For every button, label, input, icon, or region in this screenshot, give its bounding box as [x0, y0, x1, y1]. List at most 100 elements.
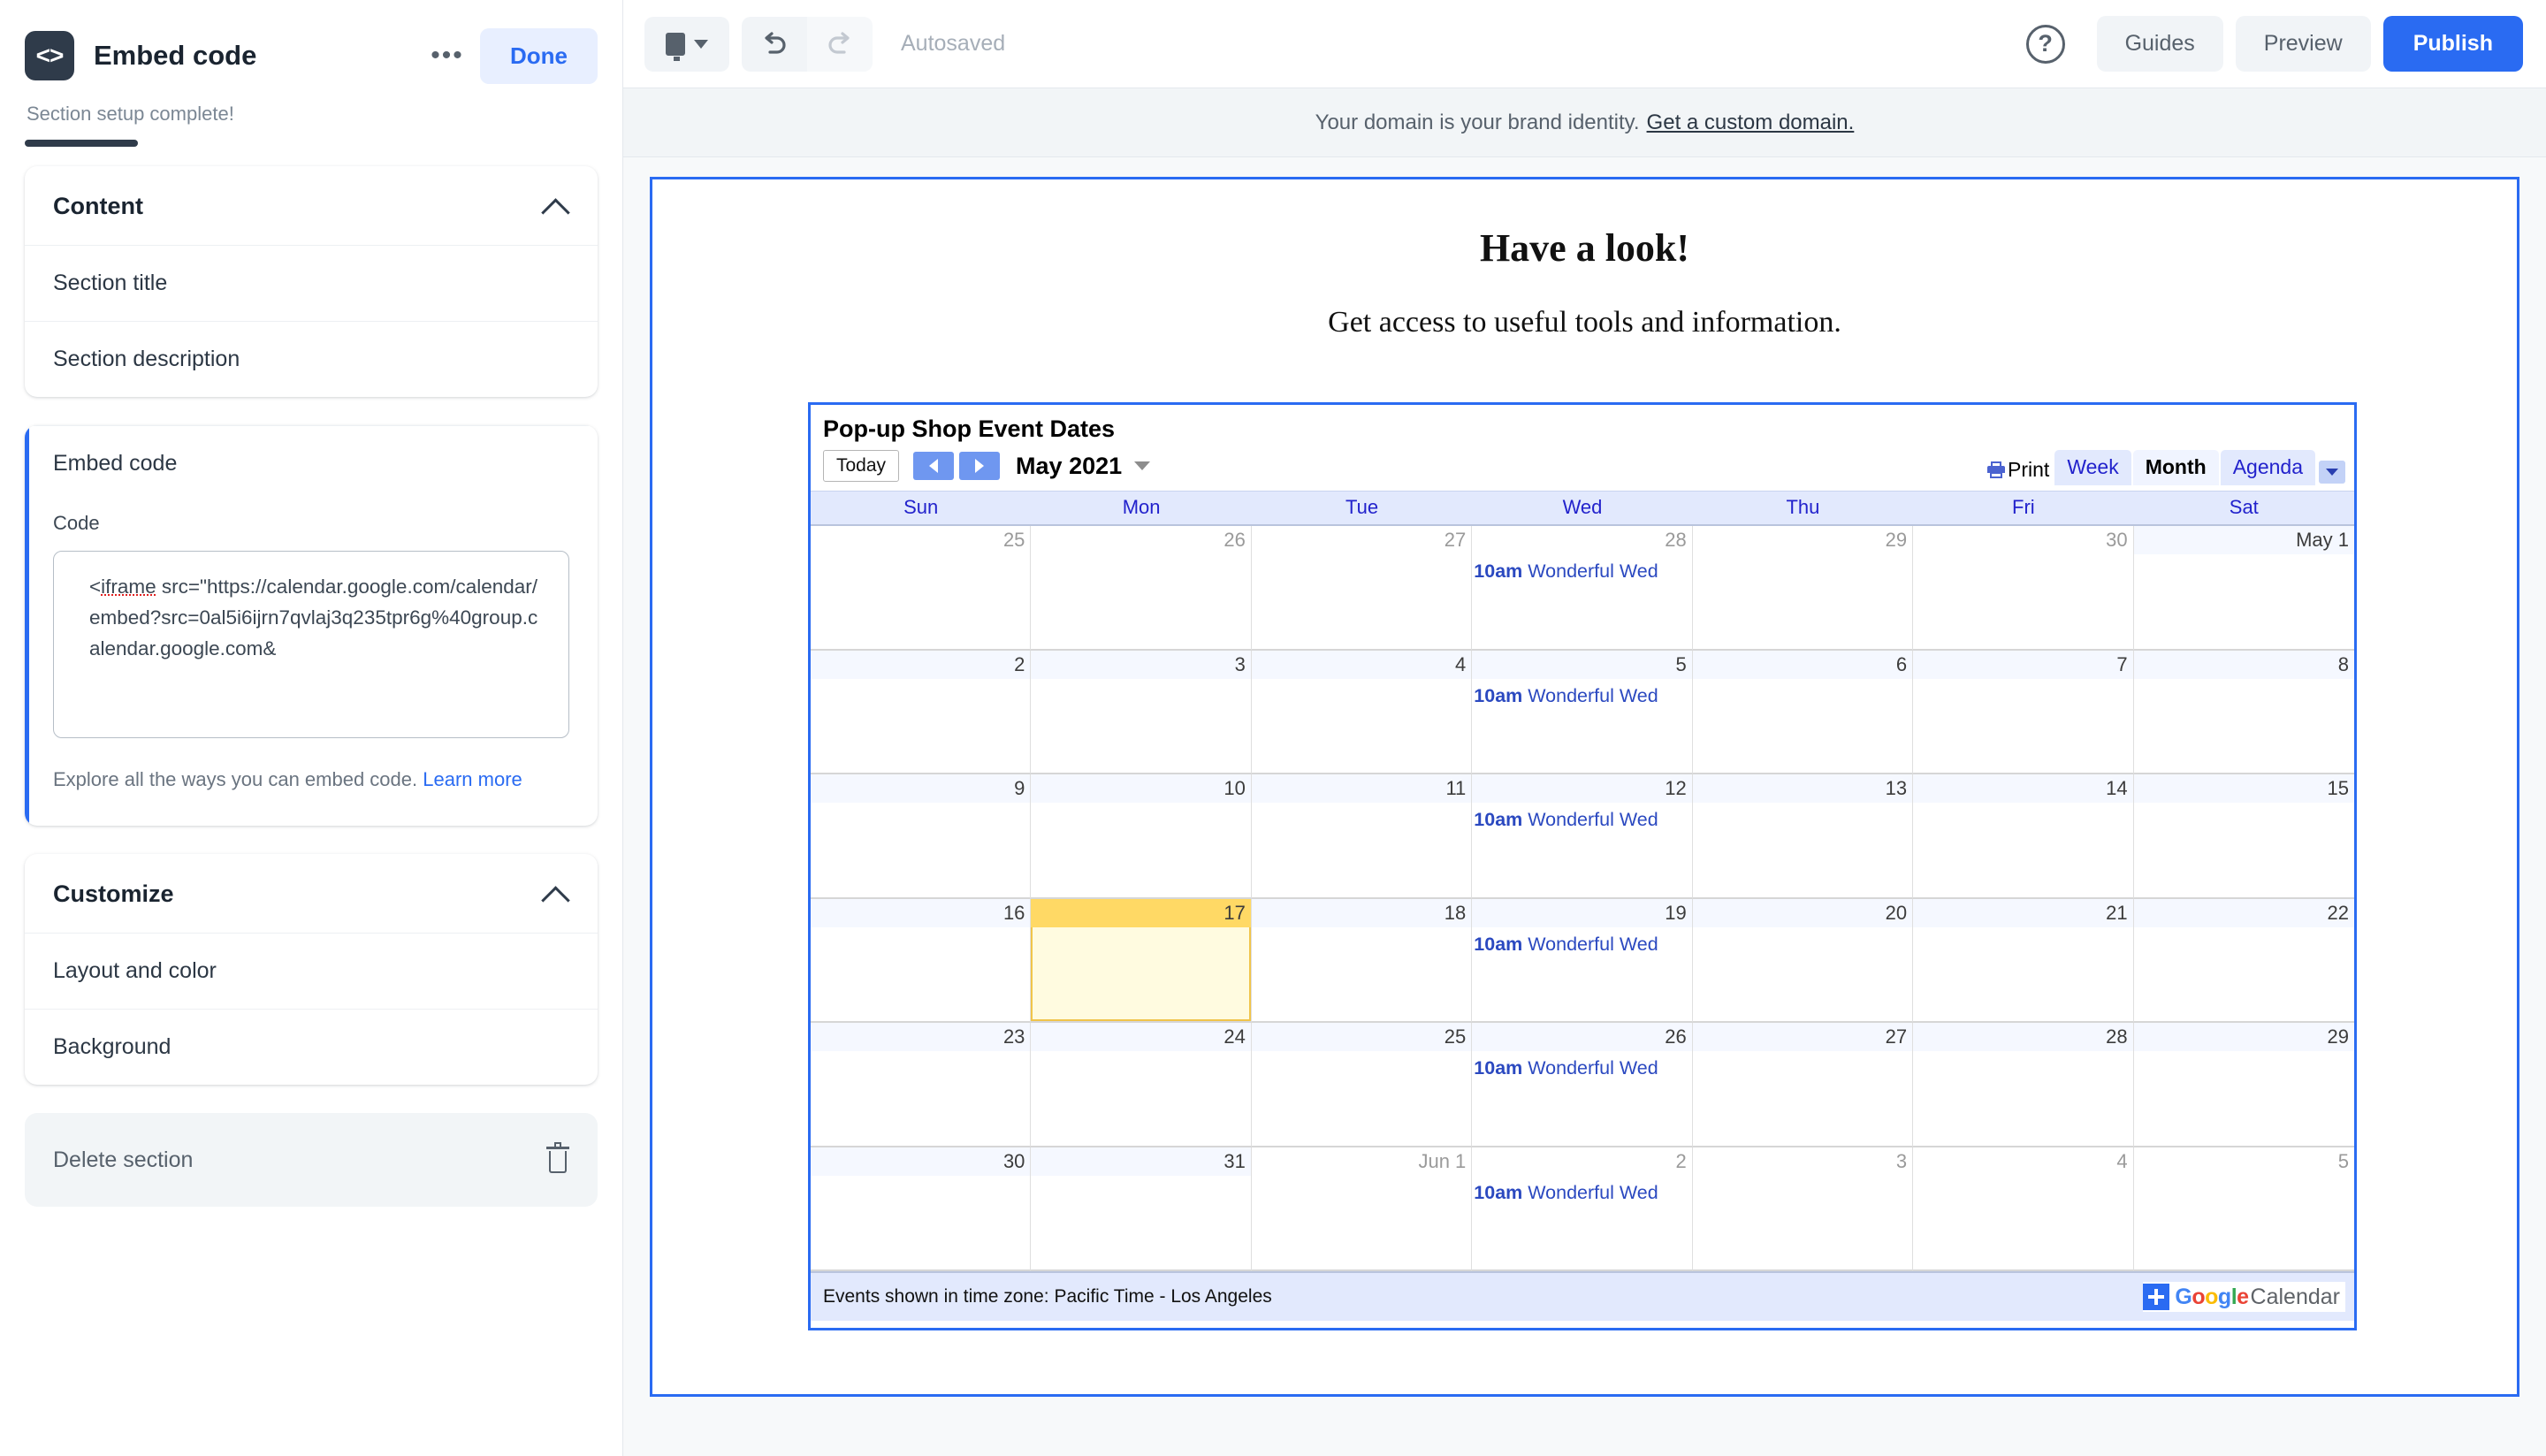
content-card-header[interactable]: Content — [25, 166, 598, 245]
calendar-day-cell[interactable]: 5 10am Wonderful Wed — [1472, 650, 1693, 774]
calendar-day-cell[interactable]: 7 — [1913, 650, 2134, 774]
calendar-day-cell[interactable]: 21 — [1913, 898, 2134, 1023]
chevron-right-icon — [975, 459, 985, 473]
day-number: Jun 1 — [1251, 1147, 1472, 1176]
google-calendar-logo[interactable]: Google Calendar — [2143, 1282, 2345, 1312]
calendar-day-cell[interactable]: 10 — [1031, 774, 1252, 899]
calendar-day-cell[interactable]: 4 — [1913, 1147, 2134, 1271]
printer-icon — [1987, 461, 2006, 478]
calendar-event[interactable]: 10am Wonderful Wed — [1472, 679, 1691, 707]
timezone-note: Events shown in time zone: Pacific Time … — [823, 1286, 1272, 1307]
day-number: 26 — [1472, 1023, 1692, 1051]
calendar-day-cell[interactable]: 2 10am Wonderful Wed — [1472, 1147, 1693, 1271]
calendar-day-cell[interactable]: 28 10am Wonderful Wed — [1472, 526, 1693, 651]
section-editor-panel: <> Embed code ••• Done Section setup com… — [0, 0, 623, 1456]
calendar-day-cell[interactable]: 22 — [2133, 898, 2354, 1023]
view-dropdown-button[interactable] — [2319, 461, 2345, 484]
calendar-day-cell[interactable]: 15 — [2133, 774, 2354, 899]
calendar-day-cell[interactable]: 14 — [1913, 774, 2134, 899]
code-value-rest: src="https://calendar.google.com/calenda… — [89, 576, 538, 660]
calendar-day-cell[interactable]: May 1 — [2133, 526, 2354, 651]
prev-month-button[interactable] — [913, 452, 955, 480]
calendar-day-cell[interactable]: 6 — [1692, 650, 1914, 774]
calendar-event[interactable]: 10am Wonderful Wed — [1472, 1176, 1691, 1204]
view-tab-agenda[interactable]: Agenda — [2220, 450, 2315, 485]
more-options-button[interactable]: ••• — [423, 32, 471, 80]
row-background[interactable]: Background — [25, 1009, 598, 1085]
calendar-day-cell[interactable]: Jun 1 — [1251, 1147, 1473, 1271]
event-time: 10am — [1474, 809, 1523, 830]
calendar-day-cell[interactable]: 31 — [1031, 1147, 1252, 1271]
row-section-description[interactable]: Section description — [25, 321, 598, 397]
row-layout-and-color[interactable]: Layout and color — [25, 933, 598, 1009]
calendar-day-cell[interactable]: 16 — [811, 898, 1032, 1023]
calendar-day-cell[interactable]: 29 — [2133, 1023, 2354, 1147]
calendar-day-cell[interactable]: 9 — [811, 774, 1032, 899]
get-custom-domain-link[interactable]: Get a custom domain. — [1647, 111, 1855, 135]
customize-card-header[interactable]: Customize — [25, 854, 598, 933]
calendar-day-cell[interactable]: 26 — [1031, 526, 1252, 651]
calendar-day-cell[interactable]: 3 — [1031, 650, 1252, 774]
calendar-event[interactable]: 10am Wonderful Wed — [1472, 927, 1691, 956]
view-tab-week[interactable]: Week — [2054, 450, 2131, 485]
calendar-day-cell[interactable]: 29 — [1692, 526, 1914, 651]
chevron-up-icon[interactable] — [543, 199, 569, 215]
calendar-day-cell[interactable]: 11 — [1251, 774, 1473, 899]
calendar-day-cell[interactable]: 18 — [1251, 898, 1473, 1023]
view-tab-month[interactable]: Month — [2132, 450, 2219, 485]
day-number: 24 — [1031, 1023, 1251, 1051]
calendar-day-cell[interactable]: 26 10am Wonderful Wed — [1472, 1023, 1693, 1147]
calendar-day-cell[interactable]: 27 — [1251, 526, 1473, 651]
calendar-event[interactable]: 10am Wonderful Wed — [1472, 554, 1691, 583]
event-title: Wonderful Wed — [1522, 1057, 1658, 1079]
redo-arrow-icon — [828, 31, 850, 54]
done-button[interactable]: Done — [480, 27, 598, 84]
delete-section-button[interactable]: Delete section — [25, 1113, 598, 1208]
publish-button[interactable]: Publish — [2382, 16, 2523, 72]
question-circle-icon[interactable]: ? — [2025, 24, 2065, 64]
today-button[interactable]: Today — [823, 450, 900, 482]
embed-help-text: Explore all the ways you can embed code.… — [53, 763, 569, 796]
calendar-day-cell[interactable]: 13 — [1692, 774, 1914, 899]
calendar-day-cell[interactable]: 25 — [1251, 1023, 1473, 1147]
device-selector-button[interactable] — [644, 16, 729, 72]
calendar-day-cell[interactable]: 25 — [811, 526, 1032, 651]
calendar-day-cell[interactable]: 3 — [1692, 1147, 1914, 1271]
calendar-day-cell[interactable]: 4 — [1251, 650, 1473, 774]
google-calendar-embed[interactable]: Pop-up Shop Event Dates Today May 2021 P… — [808, 402, 2357, 1330]
calendar-day-cell[interactable]: 2 — [811, 650, 1032, 774]
calendar-day-cell[interactable]: 12 10am Wonderful Wed — [1472, 774, 1693, 899]
content-heading: Content — [53, 193, 143, 219]
calendar-day-cell[interactable]: 19 10am Wonderful Wed — [1472, 898, 1693, 1023]
calendar-event[interactable]: 10am Wonderful Wed — [1472, 1051, 1691, 1079]
calendar-day-cell[interactable]: 17 — [1031, 898, 1252, 1023]
calendar-day-cell[interactable]: 28 — [1913, 1023, 2134, 1147]
day-header-sat: Sat — [2229, 496, 2259, 518]
next-month-button[interactable] — [959, 452, 1001, 480]
calendar-day-cell[interactable]: 24 — [1031, 1023, 1252, 1147]
calendar-day-cell[interactable]: 30 — [1913, 526, 2134, 651]
calendar-day-cell[interactable]: 20 — [1692, 898, 1914, 1023]
event-title: Wonderful Wed — [1522, 684, 1658, 706]
calendar-day-cell[interactable]: 8 — [2133, 650, 2354, 774]
event-time: 10am — [1474, 560, 1523, 582]
page-canvas[interactable]: Have a look! Get access to useful tools … — [650, 177, 2519, 1397]
learn-more-link[interactable]: Learn more — [423, 768, 522, 790]
day-number: 16 — [811, 898, 1031, 927]
redo-button[interactable] — [807, 16, 873, 72]
print-button[interactable]: Print — [1987, 458, 2049, 485]
calendar-day-cell[interactable]: 30 — [811, 1147, 1032, 1271]
chevron-up-icon[interactable] — [543, 887, 569, 903]
chevron-down-icon[interactable] — [1134, 461, 1151, 470]
calendar-day-cell[interactable]: 5 — [2133, 1147, 2354, 1271]
code-tag-name: iframe — [101, 576, 156, 598]
undo-button[interactable] — [742, 16, 807, 72]
preview-button[interactable]: Preview — [2235, 16, 2371, 72]
calendar-day-cell[interactable]: 23 — [811, 1023, 1032, 1147]
row-section-title[interactable]: Section title — [25, 245, 598, 321]
current-month-label: May 2021 — [1016, 452, 1123, 479]
calendar-day-cell[interactable]: 27 — [1692, 1023, 1914, 1147]
code-input[interactable]: <iframe src="https://calendar.google.com… — [53, 551, 569, 738]
calendar-event[interactable]: 10am Wonderful Wed — [1472, 803, 1691, 831]
guides-button[interactable]: Guides — [2096, 16, 2223, 72]
